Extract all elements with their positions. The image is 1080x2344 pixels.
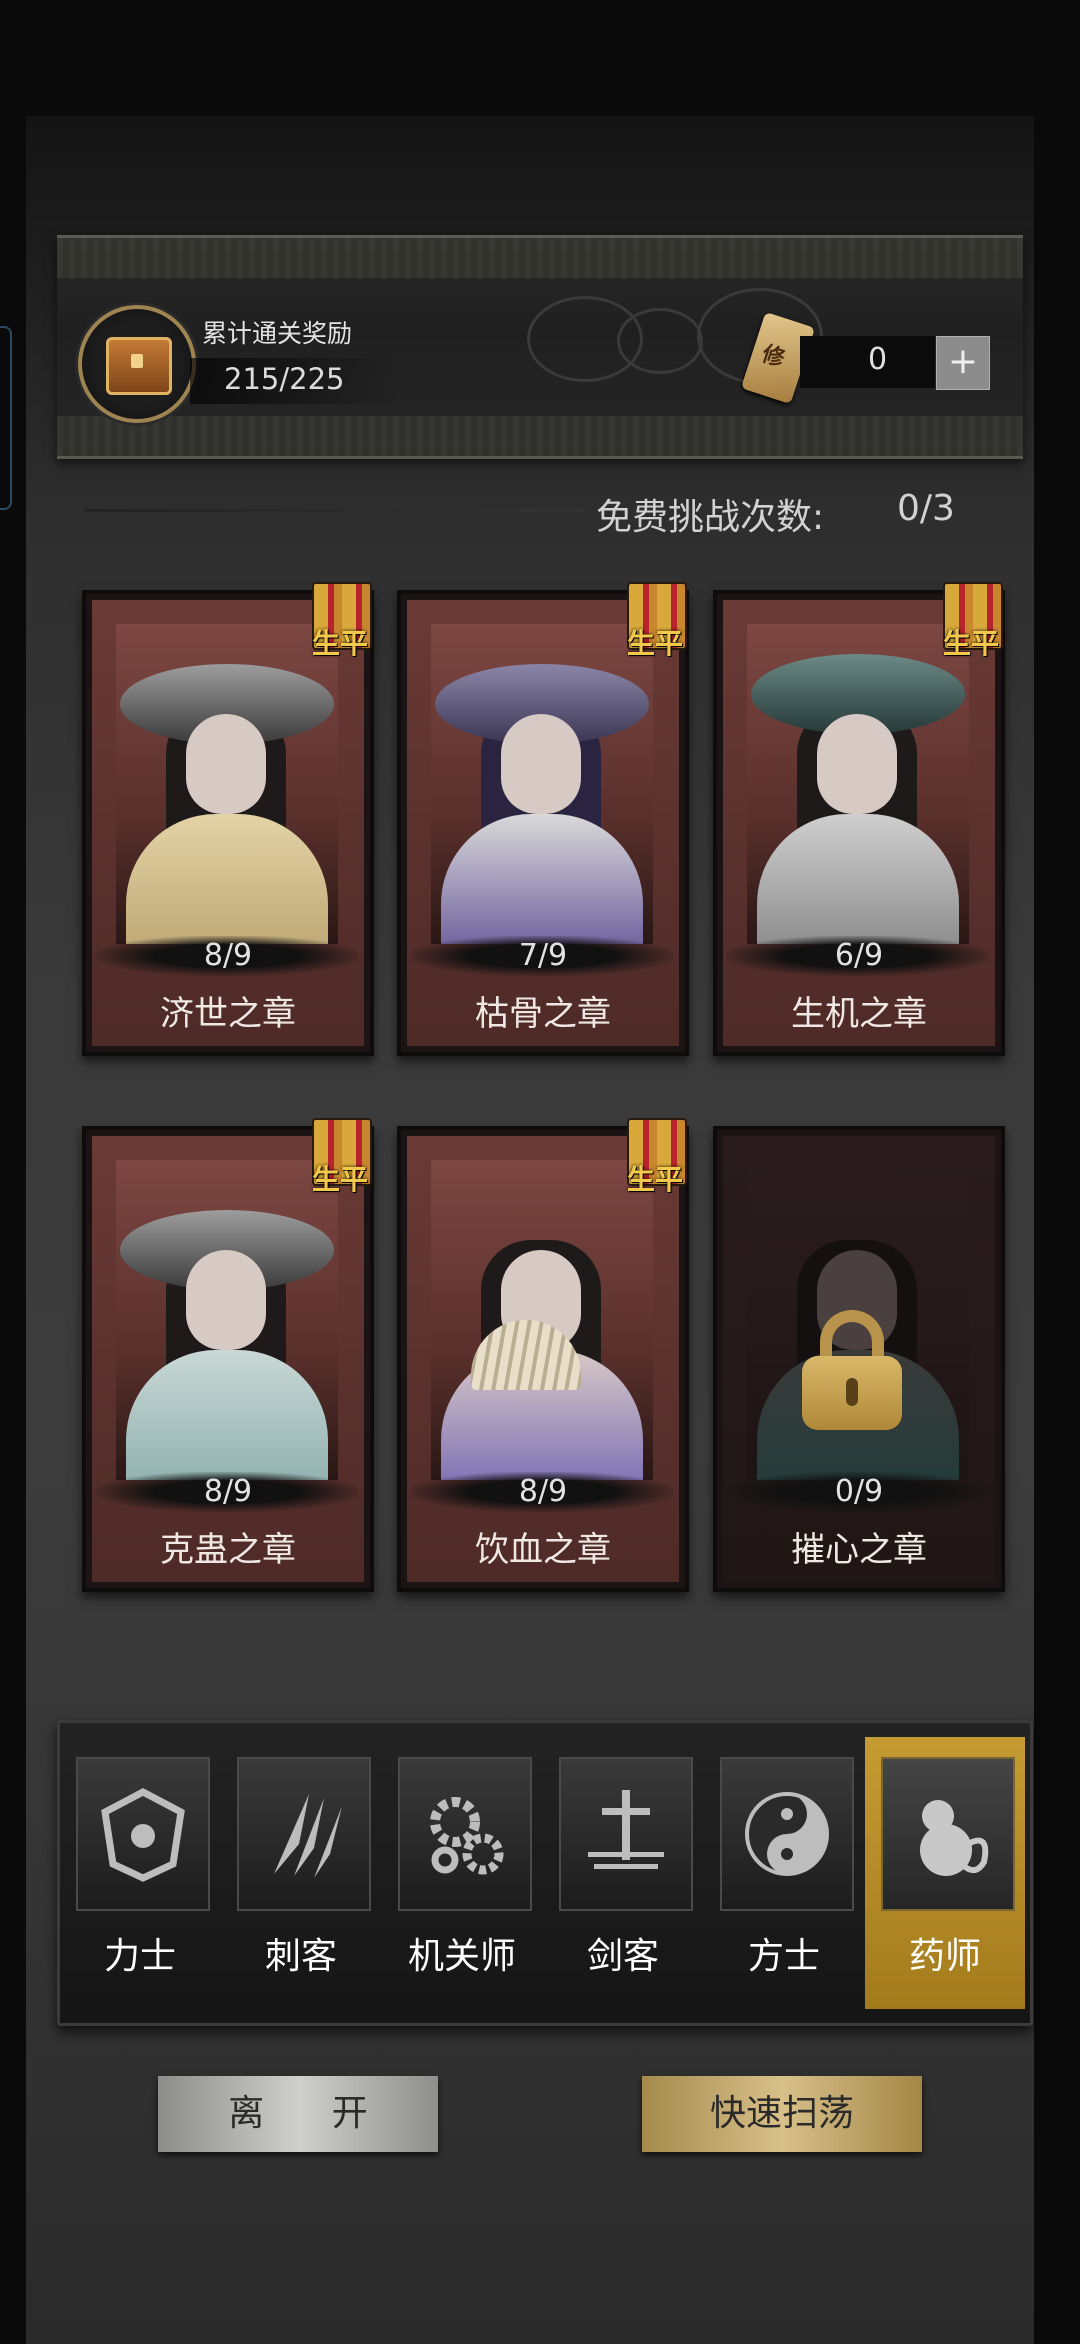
quick-sweep-button[interactable]: 快速扫荡 [642, 2076, 922, 2152]
chapter-progress: 6/9 [834, 938, 884, 973]
tab-cike[interactable]: 刺客 [221, 1737, 381, 2009]
character-portrait [747, 624, 969, 944]
biography-badge: 生平 [619, 582, 695, 662]
chapter-progress: 8/9 [203, 1474, 253, 1509]
chapter-progress: 8/9 [518, 1474, 568, 1509]
portrait-robe [757, 814, 959, 944]
tab-yaoshi[interactable]: 药师 [865, 1737, 1025, 2009]
portrait-robe [126, 814, 328, 944]
claw-blade-icon [237, 1757, 371, 1911]
ticket-icon-text: 修 [758, 341, 788, 373]
chapter-progress: 0/9 [834, 1474, 884, 1509]
chapter-card[interactable]: 生平 8/9 克蛊之章 [82, 1118, 374, 1592]
tab-label: 力士 [103, 1936, 176, 1977]
character-portrait [116, 624, 338, 944]
chapter-name: 摧心之章 [791, 1530, 927, 1570]
tab-label: 方士 [747, 1936, 820, 1977]
reward-chest-icon[interactable] [78, 305, 196, 423]
portrait-face [186, 1250, 266, 1350]
portrait-face [501, 714, 581, 814]
tab-label: 药师 [908, 1936, 981, 1977]
character-portrait [116, 1160, 338, 1480]
sword-icon [559, 1757, 693, 1911]
yin-yang-icon [720, 1757, 854, 1911]
biography-badge: 生平 [619, 1118, 695, 1198]
chapter-card[interactable]: 生平 7/9 枯骨之章 [397, 582, 689, 1056]
badge-text: 生平 [312, 1163, 369, 1196]
lock-icon [802, 1310, 902, 1430]
chest-box [106, 337, 172, 395]
tab-label: 刺客 [264, 1936, 337, 1977]
badge-text: 生平 [627, 1163, 684, 1196]
tab-jianke[interactable]: 剑客 [543, 1737, 703, 2009]
leave-button[interactable]: 离 开 [158, 2076, 438, 2152]
badge-text: 生平 [627, 627, 684, 660]
portrait-face [186, 714, 266, 814]
free-challenges-count: 0/3 [897, 488, 955, 529]
portrait-robe [441, 814, 643, 944]
portrait-face [817, 714, 897, 814]
tab-jiguanshi[interactable]: 机关师 [382, 1737, 542, 2009]
decor-band-top [57, 238, 1023, 278]
chapter-progress: 7/9 [518, 938, 568, 973]
cloud-ornament [617, 308, 703, 374]
screen-edge-indicator [0, 326, 12, 510]
free-challenges-label: 免费挑战次数: [596, 497, 825, 538]
chapter-progress: 8/9 [203, 938, 253, 973]
tab-label: 机关师 [407, 1936, 516, 1977]
badge-text: 生平 [312, 627, 369, 660]
tab-lishi[interactable]: 力士 [60, 1737, 220, 2009]
add-ticket-button[interactable]: + [936, 336, 990, 390]
badge-text: 生平 [943, 627, 1000, 660]
gears-icon [398, 1757, 532, 1911]
chapter-card[interactable]: 生平 6/9 生机之章 [713, 582, 1005, 1056]
biography-badge: 生平 [304, 1118, 380, 1198]
reward-progress: 215/225 [224, 362, 345, 396]
chapter-card-locked[interactable]: 0/9 摧心之章 [713, 1126, 1005, 1592]
biography-badge: 生平 [935, 582, 1011, 662]
biography-badge: 生平 [304, 582, 380, 662]
chapter-name: 克蛊之章 [160, 1530, 296, 1570]
divider-line [85, 509, 585, 512]
decor-band-bottom [57, 416, 1023, 456]
class-tab-bar: 力士 刺客 机关师 剑客 方士 药师 [57, 1720, 1033, 2026]
character-portrait [431, 1160, 653, 1480]
portrait-robe [126, 1350, 328, 1480]
tab-label: 剑客 [586, 1936, 659, 1977]
gourd-icon [881, 1757, 1015, 1911]
chapter-card[interactable]: 生平 8/9 济世之章 [82, 582, 374, 1056]
ticket-count: 0 [867, 342, 888, 377]
reward-title: 累计通关奖励 [202, 319, 353, 348]
character-portrait [431, 624, 653, 944]
chapter-name: 生机之章 [791, 994, 927, 1034]
lock-body [802, 1356, 902, 1430]
tab-fangshi[interactable]: 方士 [704, 1737, 864, 2009]
chapter-name: 饮血之章 [475, 1530, 611, 1570]
chapter-name: 济世之章 [160, 994, 296, 1034]
chapter-card[interactable]: 生平 8/9 饮血之章 [397, 1118, 689, 1592]
shield-icon [76, 1757, 210, 1911]
chapter-name: 枯骨之章 [475, 994, 611, 1034]
